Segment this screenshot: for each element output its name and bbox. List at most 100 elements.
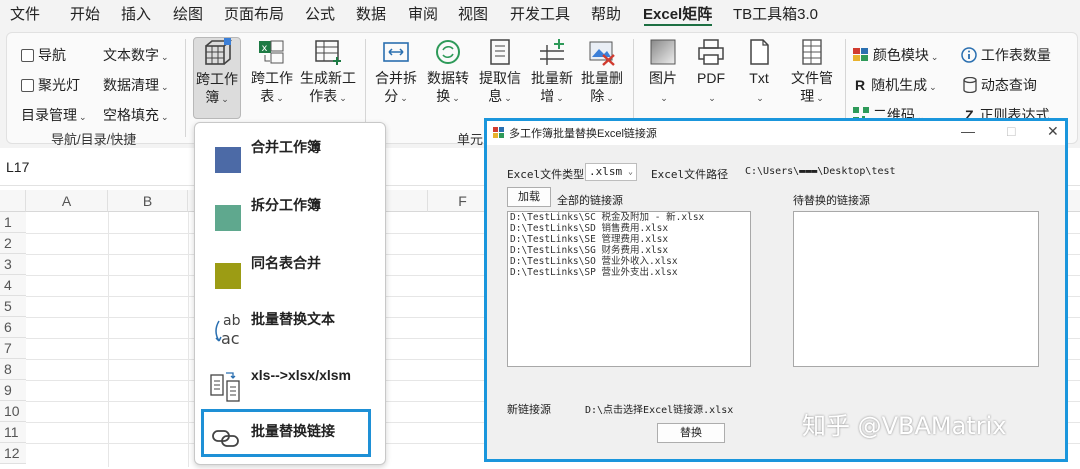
row-header[interactable]: 12 <box>0 443 26 464</box>
new-sheet-label: 生成新工 <box>300 70 356 86</box>
list-item[interactable]: D:\TestLinks\SG 财务费用.xlsx <box>508 245 750 256</box>
new-sheet-label-2: 作表 <box>309 88 338 104</box>
blank-fill-button[interactable]: 空格填充 ⌄ <box>103 105 169 125</box>
column-header-a[interactable]: A <box>26 190 108 212</box>
group-label-nav: 导航/目录/快捷 <box>51 132 137 147</box>
batch-delete-label: 批量删 <box>581 70 623 86</box>
cross-workbook-dropdown: 合并工作簿 拆分工作簿 同名表合并 ab ac 批量替换文本 xls-->xls… <box>194 122 386 465</box>
pending-sources-list[interactable] <box>793 211 1039 367</box>
file-path-value[interactable]: C:\Users\▬▬▬\Desktop\test <box>745 166 896 177</box>
file-manage-icon <box>802 39 822 65</box>
random-generate-button[interactable]: R 随机生成 ⌄ <box>855 75 937 95</box>
all-sources-list[interactable]: D:\TestLinks\SC 税金及附加 - 新.xlsx D:\TestLi… <box>507 211 751 367</box>
dynamic-query-button[interactable]: 动态查询 <box>963 75 1037 95</box>
row-header[interactable]: 10 <box>0 401 26 422</box>
nav-checkbox[interactable]: 导航 <box>21 45 66 65</box>
color-module-button[interactable]: 颜色模块 ⌄ <box>853 45 938 65</box>
chevron-down-icon: ⌄ <box>221 94 229 104</box>
menu-item-split-workbook[interactable]: 拆分工作簿 <box>195 187 385 243</box>
list-item[interactable]: D:\TestLinks\SD 销售费用.xlsx <box>508 223 750 234</box>
extract-info-button[interactable]: 提取信 息 ⌄ <box>475 37 525 119</box>
group-label-cell: 单元 <box>457 132 484 147</box>
tab-view[interactable]: 视图 <box>458 3 488 24</box>
row-header[interactable]: 6 <box>0 317 26 338</box>
row-header[interactable]: 7 <box>0 338 26 359</box>
image-icon <box>650 39 676 65</box>
minimize-icon[interactable]: — <box>961 123 975 139</box>
menu-item-merge-workbook[interactable]: 合并工作簿 <box>195 129 385 185</box>
tab-formulas[interactable]: 公式 <box>305 3 335 24</box>
row-header[interactable]: 11 <box>0 422 26 443</box>
list-item[interactable]: D:\TestLinks\SC 税金及附加 - 新.xlsx <box>508 212 750 223</box>
checkbox-icon[interactable] <box>21 79 34 92</box>
excel-sheets-icon: x <box>259 40 284 64</box>
tab-data[interactable]: 数据 <box>356 3 386 24</box>
file-manage-button[interactable]: 文件管 理 ⌄ <box>783 37 841 119</box>
spotlight-label: 聚光灯 <box>38 77 80 93</box>
tab-draw[interactable]: 绘图 <box>173 3 203 24</box>
row-header[interactable]: 1 <box>0 212 26 233</box>
sheet-count-label: 工作表数量 <box>980 47 1051 63</box>
image-button[interactable]: 图片 ⌄ <box>641 37 685 119</box>
chevron-down-icon: ⌄ <box>628 167 633 176</box>
green-square-icon <box>215 205 241 231</box>
row-header[interactable]: 3 <box>0 254 26 275</box>
menu-item-xls-convert[interactable]: xls-->xlsx/xlsm <box>195 359 385 415</box>
column-header-b[interactable]: B <box>108 190 188 212</box>
chevron-down-icon: ⌄ <box>930 52 939 62</box>
data-convert-button[interactable]: 数据转 换 ⌄ <box>423 37 473 119</box>
menu-item-same-name-merge[interactable]: 同名表合并 <box>195 245 385 301</box>
close-icon[interactable]: ✕ <box>1047 123 1059 140</box>
chevron-down-icon: ⌄ <box>452 93 460 103</box>
text-file-icon <box>750 39 769 65</box>
select-all-corner[interactable] <box>0 190 26 212</box>
list-item[interactable]: D:\TestLinks\SE 管理费用.xlsx <box>508 234 750 245</box>
cross-workbook-label: 跨工作 <box>196 71 238 87</box>
merge-split-button[interactable]: 合并拆 分 ⌄ <box>371 37 421 119</box>
text-number-button[interactable]: 文本数字 ⌄ <box>103 45 169 65</box>
spotlight-checkbox[interactable]: 聚光灯 <box>21 75 80 95</box>
load-button[interactable]: 加载 <box>507 187 551 207</box>
cross-workbook-button[interactable]: 跨工作 簿 ⌄ <box>193 37 241 119</box>
row-header[interactable]: 9 <box>0 380 26 401</box>
name-box[interactable]: L17 <box>6 159 29 175</box>
tab-review[interactable]: 审阅 <box>408 3 438 24</box>
pdf-button[interactable]: PDF ⌄ <box>689 37 733 119</box>
data-clean-button[interactable]: 数据清理 ⌄ <box>103 75 169 95</box>
row-header[interactable]: 5 <box>0 296 26 317</box>
tab-help[interactable]: 帮助 <box>591 3 621 24</box>
tab-tb-toolbox[interactable]: TB工具箱3.0 <box>733 3 818 24</box>
new-sheet-button[interactable]: 生成新工 作表 ⌄ <box>297 37 359 119</box>
menu-bar: 文件 开始 插入 绘图 页面布局 公式 数据 审阅 视图 开发工具 帮助 Exc… <box>0 0 1080 27</box>
txt-button[interactable]: Txt ⌄ <box>737 37 781 119</box>
tab-file[interactable]: 文件 <box>10 3 40 24</box>
toc-manage-button[interactable]: 目录管理 ⌄ <box>21 105 87 125</box>
replace-button[interactable]: 替换 <box>657 423 725 443</box>
tab-excel-matrix[interactable]: Excel矩阵 <box>643 3 712 24</box>
cross-worksheet-button[interactable]: x 跨工作 表 ⌄ <box>247 37 297 119</box>
tab-page-layout[interactable]: 页面布局 <box>224 3 284 24</box>
chevron-down-icon: ⌄ <box>504 93 512 103</box>
list-item[interactable]: D:\TestLinks\SP 营业外支出.xlsx <box>508 267 750 278</box>
sheet-count-button[interactable]: 工作表数量 <box>961 45 1051 65</box>
file-type-select[interactable]: .xlsm ⌄ <box>585 163 637 181</box>
row-header[interactable]: 8 <box>0 359 26 380</box>
app-icon <box>493 127 504 138</box>
extract-info-label-2: 息 <box>488 88 503 104</box>
menu-item-batch-replace-text[interactable]: ab ac 批量替换文本 <box>195 301 385 357</box>
tab-home[interactable]: 开始 <box>70 3 100 24</box>
new-link-value[interactable]: D:\点击选择Excel链接源.xlsx <box>585 401 733 416</box>
batch-add-button[interactable]: 批量新 增 ⌄ <box>527 37 577 119</box>
row-header[interactable]: 4 <box>0 275 26 296</box>
maximize-icon[interactable]: □ <box>1007 123 1015 139</box>
batch-delete-button[interactable]: 批量删 除 ⌄ <box>577 37 627 119</box>
data-convert-label-2: 换 <box>436 88 451 104</box>
list-item[interactable]: D:\TestLinks\SO 营业外收入.xlsx <box>508 256 750 267</box>
checkbox-icon[interactable] <box>21 49 34 62</box>
tab-developer[interactable]: 开发工具 <box>510 3 570 24</box>
data-convert-label: 数据转 <box>427 70 469 86</box>
tab-insert[interactable]: 插入 <box>121 3 151 24</box>
random-generate-label: 随机生成 <box>871 77 928 93</box>
row-header[interactable]: 2 <box>0 233 26 254</box>
refresh-convert-icon <box>436 40 460 64</box>
